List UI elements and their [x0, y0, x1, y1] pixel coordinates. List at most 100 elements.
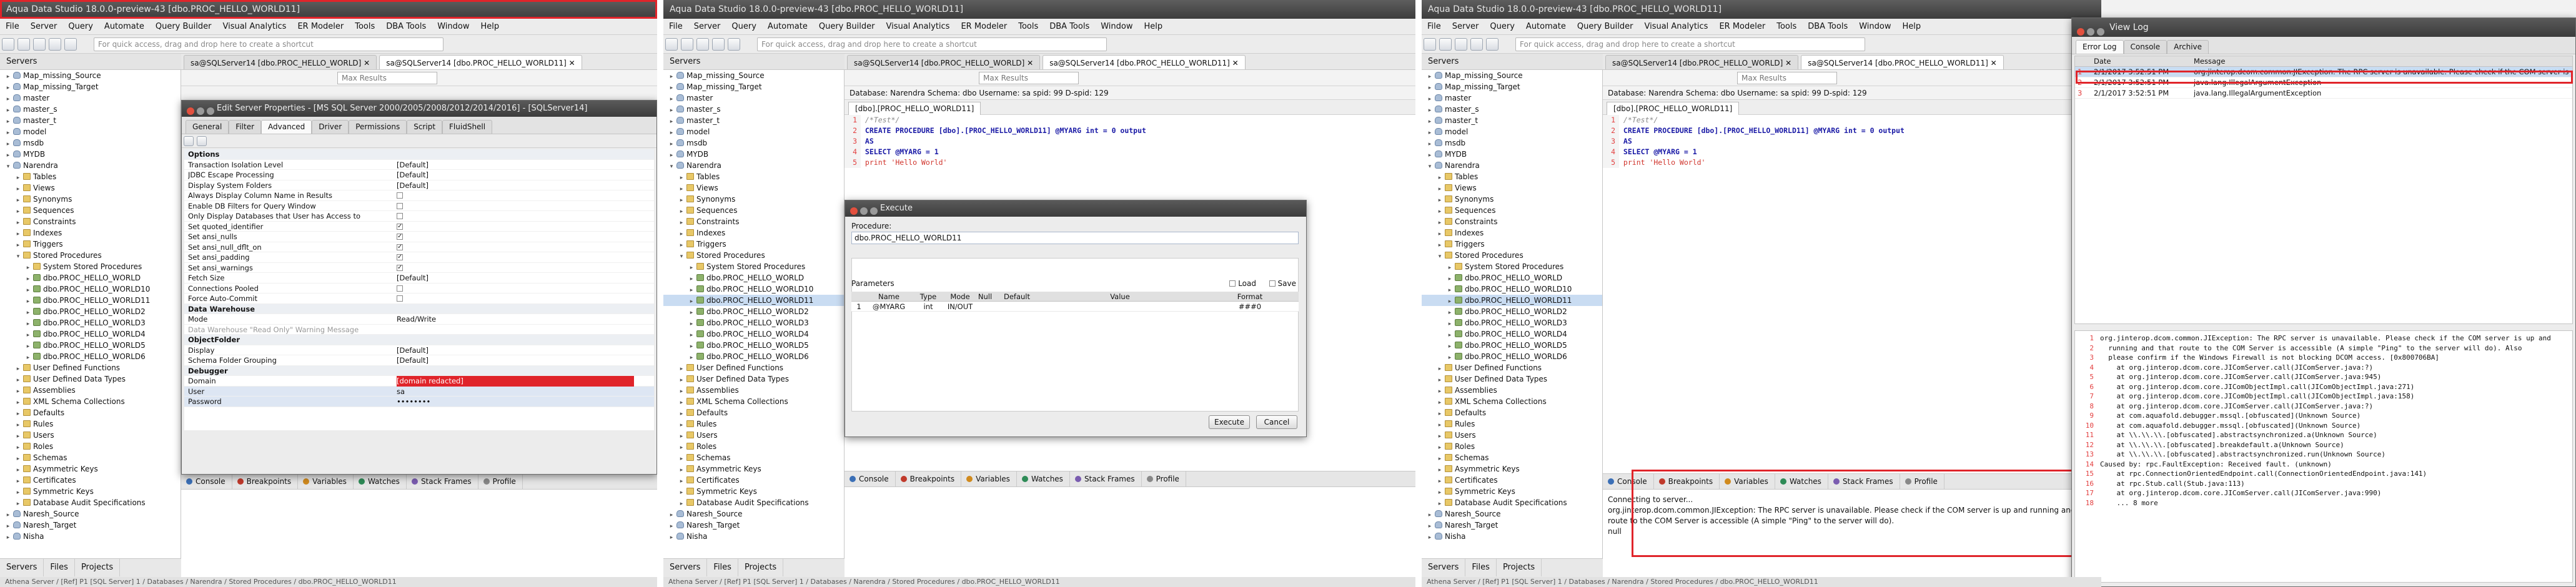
- save-icon[interactable]: [696, 38, 709, 51]
- tree-item[interactable]: ▸ msdb: [1422, 137, 1602, 149]
- server-icon[interactable]: [1486, 38, 1499, 51]
- tree-item[interactable]: ▸ MYDB: [1422, 149, 1602, 160]
- tree-item[interactable]: ▸ Triggers: [1422, 239, 1602, 250]
- tree-item[interactable]: ▸ Users: [0, 430, 181, 441]
- tree-item[interactable]: ▸ Certificates: [663, 475, 844, 486]
- tree-item[interactable]: ▸ dbo.PROC_HELLO_WORLD2: [1422, 306, 1602, 317]
- property-value[interactable]: [domain redacted]: [397, 376, 634, 387]
- tree-item[interactable]: ▸ Map_missing_Target: [0, 81, 181, 92]
- editor-tab[interactable]: sa@SQLServer14 [dbo.PROC_HELLO_WORLD] ✕: [184, 55, 377, 69]
- tree-item[interactable]: ▸ Nisha: [663, 531, 844, 542]
- property-value[interactable]: [Default]: [397, 170, 634, 180]
- menu-visual-analytics[interactable]: Visual Analytics: [217, 19, 292, 34]
- tree-item[interactable]: ▸ msdb: [663, 137, 844, 149]
- tree-item[interactable]: ▸ Schemas: [0, 452, 181, 463]
- output-tab-variables[interactable]: Variables: [1720, 474, 1775, 489]
- menu-help[interactable]: Help: [475, 19, 505, 34]
- output-tab-console[interactable]: Console: [181, 474, 232, 489]
- tree-item[interactable]: ▸ Users: [1422, 430, 1602, 441]
- query-icon[interactable]: [49, 38, 61, 51]
- property-row[interactable]: Data Warehouse "Read Only" Warning Messa…: [184, 325, 654, 335]
- property-row[interactable]: Set ansi_nulls: [184, 232, 654, 242]
- close-icon[interactable]: ✕: [1230, 59, 1239, 67]
- tree-item[interactable]: ▸ dbo.PROC_HELLO_WORLD11: [1422, 295, 1602, 306]
- tree-item[interactable]: ▸ User Defined Functions: [1422, 362, 1602, 373]
- property-value[interactable]: [397, 242, 634, 252]
- tree-item[interactable]: ▸ Constraints: [0, 216, 181, 227]
- menu-er-modeler[interactable]: ER Modeler: [292, 19, 349, 34]
- tree-item[interactable]: ▸ Assemblies: [663, 385, 844, 396]
- menu-help[interactable]: Help: [1897, 19, 1927, 34]
- output-tab-stack-frames[interactable]: Stack Frames: [1828, 474, 1900, 489]
- new-icon[interactable]: [2, 38, 14, 51]
- tree-item[interactable]: ▸ Roles: [1422, 441, 1602, 452]
- tree-item[interactable]: ▸ Defaults: [663, 407, 844, 418]
- close-icon[interactable]: ✕: [1988, 59, 1997, 67]
- property-row[interactable]: Display [Default]: [184, 345, 654, 355]
- tree-item[interactable]: ▸ Symmetric Keys: [0, 486, 181, 497]
- nav-tab-servers[interactable]: Servers: [1422, 559, 1466, 576]
- tree-item[interactable]: ▸ dbo.PROC_HELLO_WORLD2: [663, 306, 844, 317]
- object-subtab-label[interactable]: [dbo].[PROC_HELLO_WORLD11]: [848, 102, 981, 116]
- tree-item[interactable]: ▸ Tables: [663, 171, 844, 182]
- tab-driver[interactable]: Driver: [312, 120, 349, 134]
- object-subtab-label[interactable]: [dbo].[PROC_HELLO_WORLD11]: [1607, 102, 1740, 116]
- tree-item[interactable]: ▸ User Defined Data Types: [663, 373, 844, 385]
- tree-item[interactable]: ▸ dbo.PROC_HELLO_WORLD: [0, 272, 181, 284]
- property-value[interactable]: ••••••••: [397, 397, 634, 407]
- property-row[interactable]: Enable DB Filters for Query Window: [184, 201, 654, 211]
- output-tab-variables[interactable]: Variables: [298, 474, 354, 489]
- output-tab-profile[interactable]: Profile: [478, 474, 523, 489]
- log-row[interactable]: 3 2/1/2017 3:52:51 PM java.lang.IllegalArg…: [2075, 88, 2572, 99]
- server-icon[interactable]: [64, 38, 77, 51]
- property-row[interactable]: Display System Folders [Default]: [184, 180, 654, 190]
- tree-item[interactable]: ▸ Indexes: [0, 227, 181, 239]
- property-row[interactable]: Force Auto-Commit: [184, 294, 654, 304]
- sql-editor[interactable]: 1 /*Test*/2 CREATE PROCEDURE [dbo].[PROC…: [1603, 115, 2103, 473]
- menu-dba-tools[interactable]: DBA Tools: [1802, 19, 1853, 34]
- property-row[interactable]: Connections Pooled: [184, 284, 654, 294]
- tree-item[interactable]: ▸ dbo.PROC_HELLO_WORLD3: [1422, 317, 1602, 328]
- property-checkbox[interactable]: [397, 295, 403, 302]
- close-icon[interactable]: ✕: [567, 59, 575, 67]
- tree-item[interactable]: ▸ dbo.PROC_HELLO_WORLD5: [1422, 340, 1602, 351]
- tree-item[interactable]: ▸ Nisha: [0, 531, 181, 542]
- tree-item[interactable]: ▸ Database Audit Specifications: [0, 497, 181, 508]
- tree-item[interactable]: ▸ master_s: [1422, 104, 1602, 115]
- menu-file[interactable]: File: [0, 19, 25, 34]
- output-tab-profile[interactable]: Profile: [1142, 471, 1186, 486]
- tree-item[interactable]: ▸ dbo.PROC_HELLO_WORLD5: [0, 340, 181, 351]
- tree-item[interactable]: ▸ dbo.PROC_HELLO_WORLD4: [663, 328, 844, 340]
- property-value[interactable]: [397, 232, 634, 242]
- tree-item[interactable]: ▸ Synonyms: [1422, 194, 1602, 205]
- tree-item[interactable]: ▸ Certificates: [1422, 475, 1602, 486]
- property-row[interactable]: Set ansi_padding: [184, 252, 654, 263]
- tree-item[interactable]: ▸ Rules: [0, 418, 181, 430]
- output-tab-console[interactable]: Console: [1603, 474, 1654, 489]
- nav-tab-servers[interactable]: Servers: [0, 559, 44, 576]
- tab-script[interactable]: Script: [407, 120, 443, 134]
- quick-access-bar[interactable]: For quick access, drag and drop here to …: [1515, 37, 1865, 51]
- tree-item[interactable]: ▸ Symmetric Keys: [663, 486, 844, 497]
- output-tab-stack-frames[interactable]: Stack Frames: [1070, 471, 1142, 486]
- tree-item[interactable]: ▸ Symmetric Keys: [1422, 486, 1602, 497]
- menu-window[interactable]: Window: [432, 19, 475, 34]
- output-tab-watches[interactable]: Watches: [1017, 471, 1070, 486]
- menu-tools[interactable]: Tools: [1771, 19, 1802, 34]
- tree-item[interactable]: ▸ dbo.PROC_HELLO_WORLD5: [663, 340, 844, 351]
- save-button[interactable]: Save: [1269, 279, 1296, 288]
- tree-item[interactable]: ▸ dbo.PROC_HELLO_WORLD: [1422, 272, 1602, 284]
- tree-item[interactable]: ▸ Assemblies: [1422, 385, 1602, 396]
- property-row[interactable]: Set quoted_identifier: [184, 222, 654, 232]
- tree-item[interactable]: ▸ Certificates: [0, 475, 181, 486]
- tree-item[interactable]: ▸ dbo.PROC_HELLO_WORLD11: [663, 295, 844, 306]
- tree-item[interactable]: ▸ Constraints: [1422, 216, 1602, 227]
- tree-item[interactable]: ▸ dbo.PROC_HELLO_WORLD4: [1422, 328, 1602, 340]
- menu-tools[interactable]: Tools: [349, 19, 380, 34]
- expand-toggle-icon[interactable]: ▸: [668, 532, 675, 543]
- property-value[interactable]: [397, 252, 634, 263]
- tree-item[interactable]: ▸ Synonyms: [663, 194, 844, 205]
- output-tab-breakpoints[interactable]: Breakpoints: [1654, 474, 1720, 489]
- tree-item[interactable]: ▸ Database Audit Specifications: [1422, 497, 1602, 508]
- parameter-row[interactable]: 1 @MYARG int IN/OUT ###0: [851, 302, 1299, 312]
